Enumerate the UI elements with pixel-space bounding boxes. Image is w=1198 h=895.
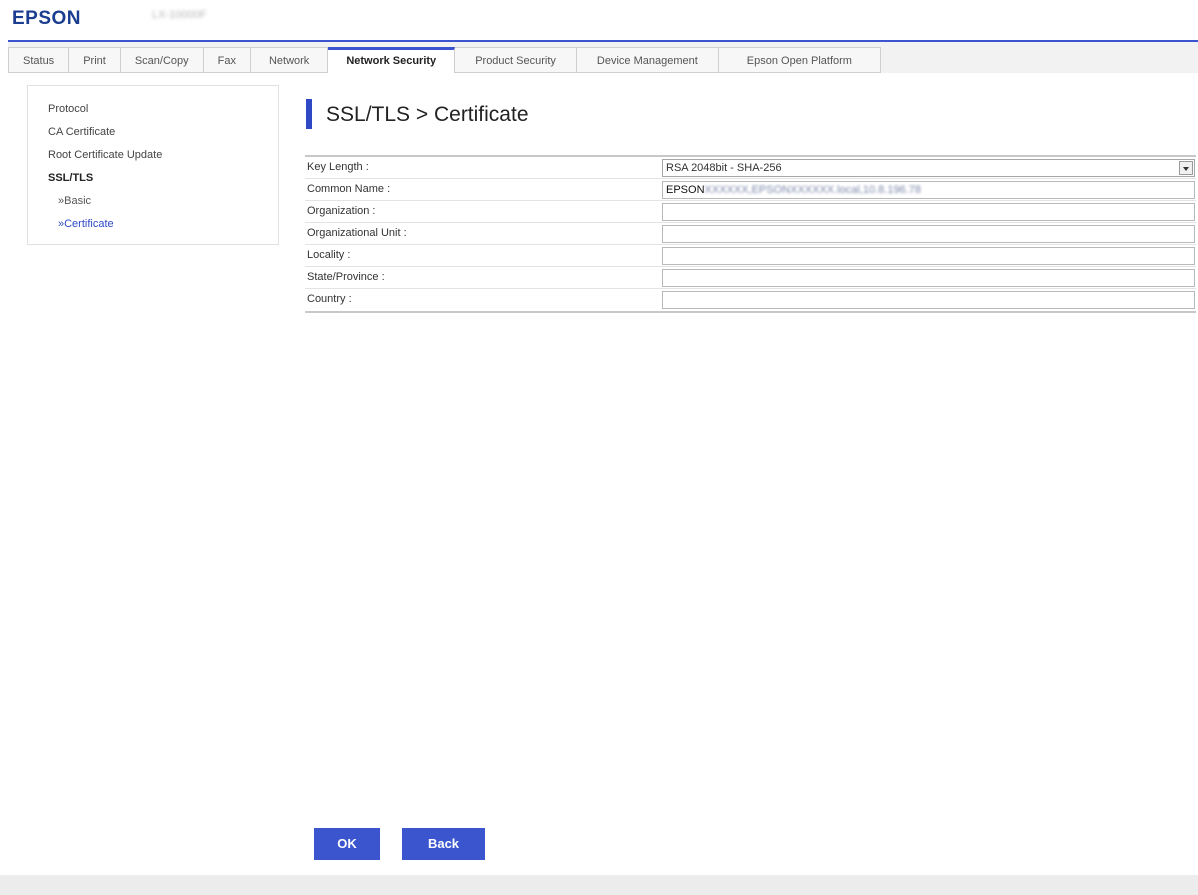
form-row-state-province: State/Province : [305,267,1196,289]
form-row-organizational-unit: Organizational Unit : [305,223,1196,245]
page-title: SSL/TLS > Certificate [326,103,529,126]
organizational-unit-field[interactable] [662,225,1195,243]
form-row-key-length: Key Length : RSA 2048bit - SHA-256 [305,157,1196,179]
title-accent-bar [306,99,312,129]
common-name-value-prefix: EPSON [666,184,705,196]
tab-network[interactable]: Network [250,47,329,73]
printer-model-name: LX-10000F [152,9,207,21]
top-bar: EPSON LX-10000F [0,0,1198,38]
top-nav-tabs: Status Print Scan/Copy Fax Network Netwo… [8,47,881,74]
tab-epson-open-platform[interactable]: Epson Open Platform [718,47,881,73]
tab-network-security[interactable]: Network Security [328,47,456,74]
organization-field[interactable] [662,203,1195,221]
state-province-label: State/Province : [307,271,385,283]
sidebar: Protocol CA Certificate Root Certificate… [27,85,279,245]
form-row-organization: Organization : [305,201,1196,223]
sidebar-item-ssl-tls[interactable]: SSL/TLS [48,171,278,194]
common-name-label: Common Name : [307,183,391,195]
sidebar-item-protocol[interactable]: Protocol [48,102,278,125]
country-field[interactable] [662,291,1195,309]
certificate-form: Key Length : RSA 2048bit - SHA-256 Commo… [305,155,1196,313]
common-name-field[interactable]: EPSONXXXXXX,EPSONXXXXXX.local,10.8.196.7… [662,181,1195,199]
organizational-unit-label: Organizational Unit : [307,227,407,239]
sidebar-item-root-certificate-update[interactable]: Root Certificate Update [48,148,278,171]
sidebar-item-ca-certificate[interactable]: CA Certificate [48,125,278,148]
form-row-locality: Locality : [305,245,1196,267]
tab-scan-copy[interactable]: Scan/Copy [120,47,204,73]
tab-print[interactable]: Print [69,47,121,73]
tab-status[interactable]: Status [8,47,70,73]
tab-device-management[interactable]: Device Management [576,47,719,73]
footer-strip [0,875,1198,895]
country-label: Country : [307,293,352,305]
tab-product-security[interactable]: Product Security [455,47,577,73]
sidebar-item-certificate[interactable]: »Certificate [48,217,278,240]
form-row-country: Country : [305,289,1196,311]
common-name-value-blurred: XXXXXX,EPSONXXXXXX.local,10.8.196.78 [704,184,921,196]
epson-logo: EPSON [12,8,82,29]
locality-label: Locality : [307,249,351,261]
key-length-label: Key Length : [307,161,369,173]
ok-button[interactable]: OK [314,828,380,860]
tab-fax[interactable]: Fax [203,47,251,73]
state-province-field[interactable] [662,269,1195,287]
sidebar-item-basic[interactable]: »Basic [48,194,278,217]
form-row-common-name: Common Name : EPSONXXXXXX,EPSONXXXXXX.lo… [305,179,1196,201]
locality-field[interactable] [662,247,1195,265]
key-length-select[interactable]: RSA 2048bit - SHA-256 [662,159,1195,177]
organization-label: Organization : [307,205,376,217]
dropdown-arrow-icon[interactable] [1179,161,1193,175]
key-length-value: RSA 2048bit - SHA-256 [666,162,782,174]
back-button[interactable]: Back [402,828,485,860]
